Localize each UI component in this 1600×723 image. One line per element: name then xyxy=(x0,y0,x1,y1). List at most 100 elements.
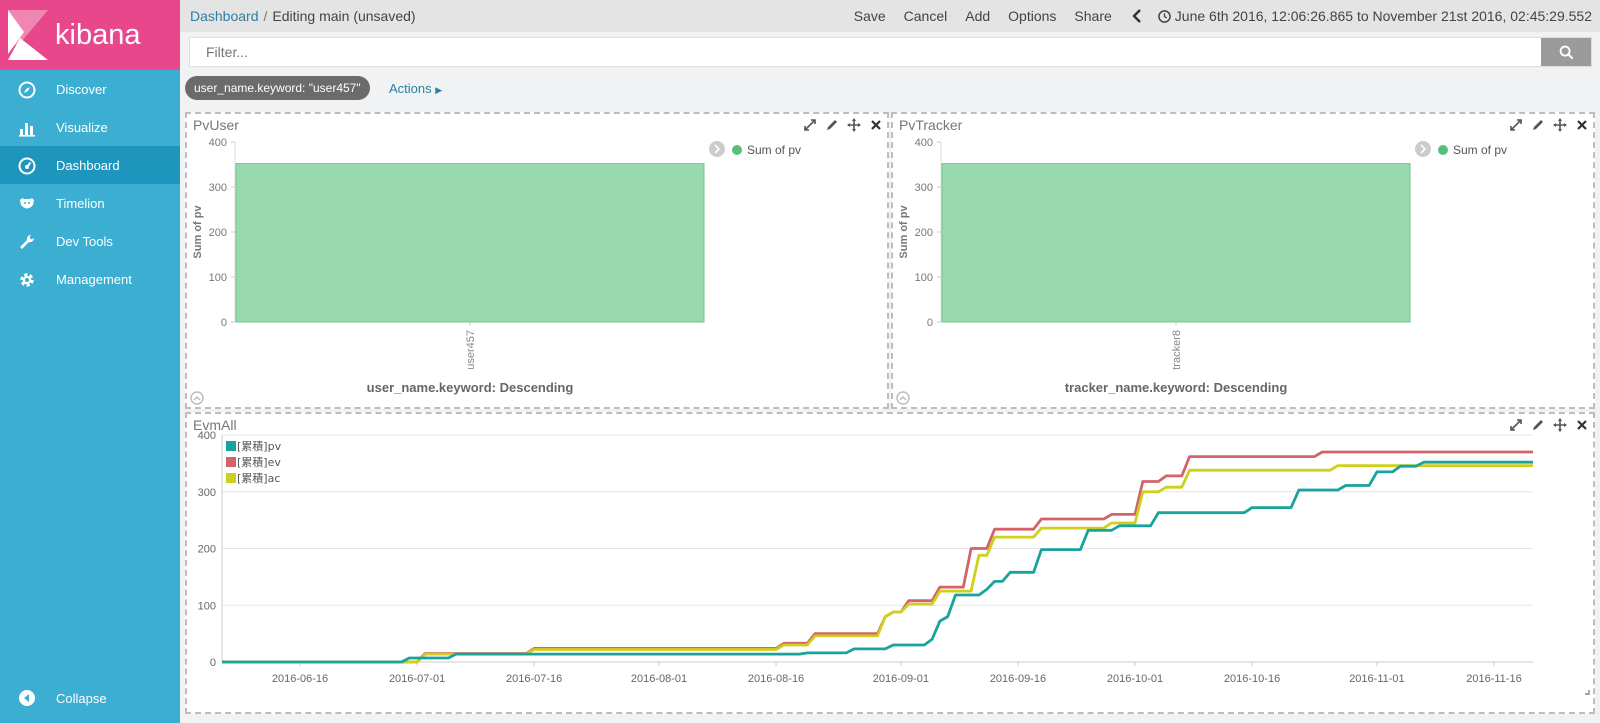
y-tick-label: 300 xyxy=(198,487,216,499)
compass-icon xyxy=(18,81,36,99)
legend-toggle-icon xyxy=(1415,141,1431,157)
sidebar-item-visualize[interactable]: Visualize xyxy=(0,108,180,146)
legend-label: [累積]pv xyxy=(237,439,282,453)
filter-bar xyxy=(189,37,1592,67)
options-button[interactable]: Options xyxy=(1008,8,1056,24)
sidebar-item-label: Management xyxy=(56,272,132,287)
pvtracker-chart: 0 100 200 300 400 tracker8 Sum of pv tracker_na… xyxy=(896,137,1507,405)
share-button[interactable]: Share xyxy=(1074,8,1111,24)
x-tick-label: tracker8 xyxy=(1171,330,1183,370)
breadcrumb-current: Editing main (unsaved) xyxy=(272,8,416,24)
bar-chart-icon xyxy=(19,123,35,137)
time-range-picker[interactable]: June 6th 2016, 12:06:26.865 to November … xyxy=(1175,8,1592,24)
cancel-button[interactable]: Cancel xyxy=(904,8,948,24)
breadcrumb-separator: / xyxy=(263,8,268,24)
x-axis-title: user_name.keyword: Descending xyxy=(367,380,574,395)
save-button[interactable]: Save xyxy=(854,8,886,24)
clock-icon xyxy=(1157,9,1171,23)
sidebar-item-label: Dashboard xyxy=(56,158,120,173)
legend-label: [累積]ev xyxy=(237,455,281,469)
gear-icon xyxy=(20,273,34,287)
sidebar-item-dashboard[interactable]: Dashboard xyxy=(0,146,180,184)
dashboard-icon xyxy=(18,157,36,175)
caret-right-icon: ▶ xyxy=(435,85,443,95)
y-tick-label: 200 xyxy=(209,227,227,239)
top-menu: Save Cancel Add Options Share June 6th 2… xyxy=(836,8,1592,24)
y-tick-label: 0 xyxy=(221,317,227,329)
y-tick-label: 0 xyxy=(210,657,216,669)
add-button[interactable]: Add xyxy=(965,8,990,24)
x-tick-label: 2016-09-01 xyxy=(873,673,929,685)
panel-pvtracker: PvTracker 0 100 200 300 400 tracker8 Sum of pv… xyxy=(891,112,1595,409)
evmall-chart: 0 100 200 300 400 2016-06-16 2016-07-01 2016-07… xyxy=(198,430,1590,695)
kibana-logo[interactable]: kibana xyxy=(0,0,180,70)
legend-swatch xyxy=(226,441,236,451)
y-tick-label: 400 xyxy=(915,137,933,149)
legend: [累積]pv [累積]ev [累積]ac xyxy=(226,439,282,485)
resize-handle-icon xyxy=(1585,690,1590,695)
x-tick-label: user457 xyxy=(465,330,477,370)
collapse-label: Collapse xyxy=(56,691,107,706)
x-tick-label: 2016-08-01 xyxy=(631,673,687,685)
filter-input[interactable] xyxy=(190,38,1540,66)
kibana-k-icon xyxy=(8,10,48,60)
nav-list: Discover Visualize Dashboard Timelion Dev To… xyxy=(0,70,180,298)
legend-swatch xyxy=(732,145,742,155)
x-tick-label: 2016-08-16 xyxy=(748,673,804,685)
sidebar-item-discover[interactable]: Discover xyxy=(0,70,180,108)
x-tick-label: 2016-10-16 xyxy=(1224,673,1280,685)
sidebar-item-timelion[interactable]: Timelion xyxy=(0,184,180,222)
legend-label: Sum of pv xyxy=(1453,143,1507,157)
chevron-up-icon xyxy=(896,391,910,405)
x-tick-label: 2016-07-01 xyxy=(389,673,445,685)
legend: Sum of pv xyxy=(709,141,801,157)
panel-evmall: EvmAll 0 100 200 300 400 2016-06-16 2016-07-01… xyxy=(185,412,1595,714)
y-tick-label: 300 xyxy=(915,182,933,194)
y-tick-label: 400 xyxy=(198,430,216,442)
collapse-icon xyxy=(19,690,35,706)
series-line xyxy=(222,464,1533,664)
sidebar-item-label: Timelion xyxy=(56,196,105,211)
bar xyxy=(235,163,705,323)
y-tick-label: 100 xyxy=(915,272,933,284)
panel-pvuser: PvUser 0 100 200 300 400 user457 Sum of pv user… xyxy=(185,112,889,409)
legend-label: [累積]ac xyxy=(237,471,280,485)
sidebar-item-label: Dev Tools xyxy=(56,234,113,249)
y-tick-label: 400 xyxy=(209,137,227,149)
legend: Sum of pv xyxy=(1415,141,1507,157)
pvuser-chart: 0 100 200 300 400 user457 Sum of pv user_name.k… xyxy=(190,137,801,405)
bar xyxy=(941,163,1411,323)
sidebar-item-label: Discover xyxy=(56,82,107,97)
x-tick-label: 2016-10-01 xyxy=(1107,673,1163,685)
sidebar-item-dev-tools[interactable]: Dev Tools xyxy=(0,222,180,260)
timelion-icon xyxy=(20,198,34,209)
series-line xyxy=(222,450,1533,664)
search-button[interactable] xyxy=(1541,38,1591,66)
x-tick-label: 2016-09-16 xyxy=(990,673,1046,685)
sidebar-item-label: Visualize xyxy=(56,120,108,135)
wrench-icon xyxy=(20,234,35,249)
legend-swatch xyxy=(226,457,236,467)
y-tick-label: 100 xyxy=(209,272,227,284)
y-tick-label: 300 xyxy=(209,182,227,194)
x-axis-title: tracker_name.keyword: Descending xyxy=(1065,380,1288,395)
actions-link[interactable]: Actions ▶ xyxy=(389,81,442,96)
y-tick-label: 200 xyxy=(915,227,933,239)
legend-toggle-icon xyxy=(709,141,725,157)
filter-pill[interactable]: user_name.keyword: "user457" xyxy=(185,76,370,100)
sidebar-item-management[interactable]: Management xyxy=(0,260,180,298)
chevron-up-glyph xyxy=(899,396,907,401)
sidebar: kibana Discover Visualize Dashboard Timelio… xyxy=(0,0,180,723)
legend-swatch xyxy=(1438,145,1448,155)
chevron-left-icon[interactable] xyxy=(1132,9,1142,23)
top-nav: Dashboard / Editing main (unsaved) Save Ca… xyxy=(180,0,1600,32)
y-tick-label: 200 xyxy=(198,544,216,556)
legend-label: Sum of pv xyxy=(747,143,801,157)
x-tick-label: 2016-11-01 xyxy=(1349,673,1404,685)
search-icon xyxy=(1559,45,1573,59)
chevron-up-icon xyxy=(190,391,204,405)
y-tick-label: 0 xyxy=(927,317,933,329)
breadcrumb-dashboard-link[interactable]: Dashboard xyxy=(190,8,259,24)
x-tick-label: 2016-11-16 xyxy=(1466,673,1521,685)
collapse-button[interactable]: Collapse xyxy=(0,687,180,709)
